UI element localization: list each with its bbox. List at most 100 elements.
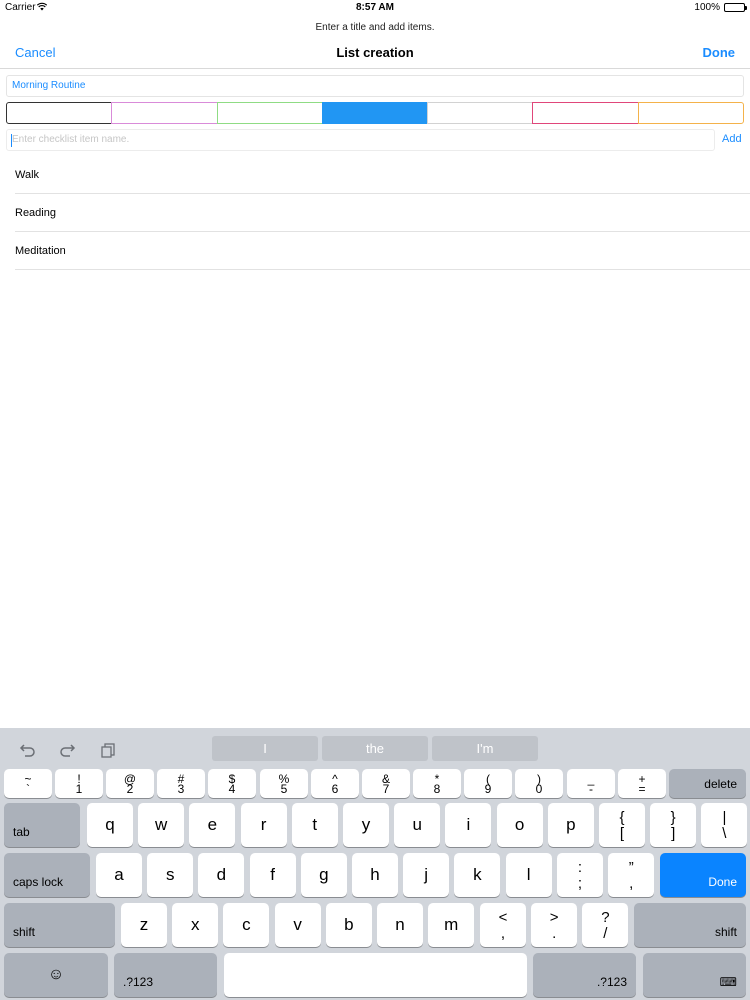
symbol-key[interactable]: * 8 — [413, 769, 461, 798]
letter-key-w[interactable]: w — [138, 803, 185, 847]
letter-key-s[interactable]: s — [147, 853, 194, 897]
letter-key-l[interactable]: l — [505, 853, 552, 897]
delete-label: delete — [704, 776, 737, 791]
letter-key-n[interactable]: n — [377, 903, 423, 947]
symbol-key[interactable]: + = — [618, 769, 666, 798]
letter-key-u[interactable]: u — [394, 803, 441, 847]
shift-label: shift — [714, 925, 737, 939]
list-item[interactable]: Reading — [0, 194, 750, 232]
letter-key-k[interactable]: k — [454, 853, 501, 897]
letter-key-v[interactable]: v — [274, 903, 321, 947]
key-label: , — [629, 875, 634, 892]
key-label: q — [105, 815, 115, 834]
numbers-key-left[interactable]: .?123 — [114, 953, 217, 997]
symbol-key[interactable]: ~ ` — [4, 769, 52, 798]
key-label: ` — [26, 782, 30, 796]
letter-key-r[interactable]: r — [240, 803, 287, 847]
emoji-key[interactable]: ☺ — [4, 953, 108, 997]
letter-key-x[interactable]: x — [172, 903, 219, 947]
add-item-button[interactable]: Add — [722, 133, 742, 145]
key-label: 0 — [535, 782, 543, 796]
symbol-key[interactable]: #3 — [157, 769, 205, 798]
symbol-key[interactable]: % 5 — [260, 769, 308, 798]
letter-key-i[interactable]: i — [445, 803, 492, 847]
key-label: n — [395, 915, 405, 934]
symbol-key[interactable]: <, — [480, 903, 526, 947]
keyboard-toolbar: I the I'm — [0, 728, 750, 768]
letter-key-q[interactable]: q — [87, 803, 133, 847]
list-item[interactable]: Walk — [0, 156, 750, 194]
color-picker — [6, 102, 744, 124]
hide-keyboard-key[interactable]: ⌨ — [643, 953, 746, 997]
symbol-key[interactable]: }] — [650, 803, 697, 847]
letter-key-f[interactable]: f — [249, 853, 296, 897]
key-label: t — [312, 815, 318, 834]
color-swatch[interactable] — [637, 102, 744, 124]
list-item[interactable]: Meditation — [0, 232, 750, 270]
shift-key-left[interactable]: shift — [4, 903, 115, 947]
symbol-key[interactable]: :; — [557, 853, 603, 897]
letter-key-y[interactable]: y — [343, 803, 389, 847]
return-done-key[interactable]: Done — [660, 853, 746, 897]
symbol-key[interactable]: ? / — [582, 903, 629, 947]
color-swatch[interactable] — [111, 102, 218, 124]
suggestion-1[interactable]: I — [212, 736, 318, 761]
key-label: } — [670, 809, 676, 826]
color-swatch[interactable] — [427, 102, 534, 124]
letter-key-a[interactable]: a — [96, 853, 142, 897]
suggestion-2[interactable]: the — [322, 736, 428, 761]
key-label: p — [566, 815, 576, 834]
symbol-key[interactable]: _ - — [567, 769, 615, 798]
color-swatch[interactable] — [216, 102, 323, 124]
paste-icon[interactable] — [99, 742, 117, 758]
letter-key-m[interactable]: m — [428, 903, 475, 947]
redo-icon[interactable] — [58, 742, 76, 758]
color-swatch[interactable] — [321, 102, 429, 124]
letter-key-c[interactable]: c — [223, 903, 270, 947]
letter-key-e[interactable]: e — [189, 803, 236, 847]
letter-key-j[interactable]: j — [403, 853, 450, 897]
letter-key-z[interactable]: z — [121, 903, 167, 947]
tab-key[interactable]: tab — [4, 803, 80, 847]
letter-key-h[interactable]: h — [352, 853, 398, 897]
symbol-key[interactable]: ”, — [608, 853, 655, 897]
letter-key-d[interactable]: d — [198, 853, 245, 897]
symbol-key[interactable]: (9 — [464, 769, 512, 798]
symbol-key[interactable]: {[ — [599, 803, 645, 847]
symbol-key[interactable]: $4 — [208, 769, 256, 798]
key-label: w — [155, 815, 168, 834]
delete-key[interactable]: delete — [669, 769, 746, 798]
done-button[interactable]: Done — [703, 45, 736, 60]
letter-key-o[interactable]: o — [496, 803, 543, 847]
key-label: a — [114, 865, 124, 884]
symbol-key[interactable]: @2 — [106, 769, 154, 798]
shift-key-right[interactable]: shift — [634, 903, 746, 947]
symbol-key[interactable]: ) 0 — [515, 769, 563, 798]
symbol-key[interactable]: ! 1 — [55, 769, 103, 798]
numbers-key-right[interactable]: .?123 — [533, 953, 636, 997]
key-label: ; — [577, 875, 583, 892]
symbol-key[interactable]: | \ — [701, 803, 748, 847]
symbol-key[interactable]: >. — [531, 903, 578, 947]
key-label: 9 — [484, 782, 492, 796]
color-swatch[interactable] — [532, 102, 639, 124]
checklist-item-input[interactable]: Enter checklist item name. — [6, 129, 715, 151]
row-divider — [15, 269, 750, 270]
key-label: f — [270, 865, 275, 884]
caps-lock-key[interactable]: caps lock — [4, 853, 90, 897]
color-swatch[interactable] — [6, 102, 113, 124]
letter-key-p[interactable]: p — [547, 803, 594, 847]
letter-key-t[interactable]: t — [291, 803, 338, 847]
symbol-key[interactable]: ^ 6 — [311, 769, 359, 798]
keyboard-icon: ⌨ — [719, 975, 737, 989]
suggestion-3[interactable]: I'm — [432, 736, 538, 761]
letter-key-b[interactable]: b — [325, 903, 372, 947]
list-title-input[interactable]: Morning Routine — [6, 75, 744, 97]
symbol-key[interactable]: & 7 — [362, 769, 410, 798]
space-bar[interactable] — [224, 953, 527, 997]
letter-key-g[interactable]: g — [300, 853, 347, 897]
list-item-label: Reading — [15, 207, 56, 219]
undo-icon[interactable] — [19, 742, 37, 758]
key-label: 3 — [177, 782, 185, 796]
key-label: o — [514, 815, 525, 834]
